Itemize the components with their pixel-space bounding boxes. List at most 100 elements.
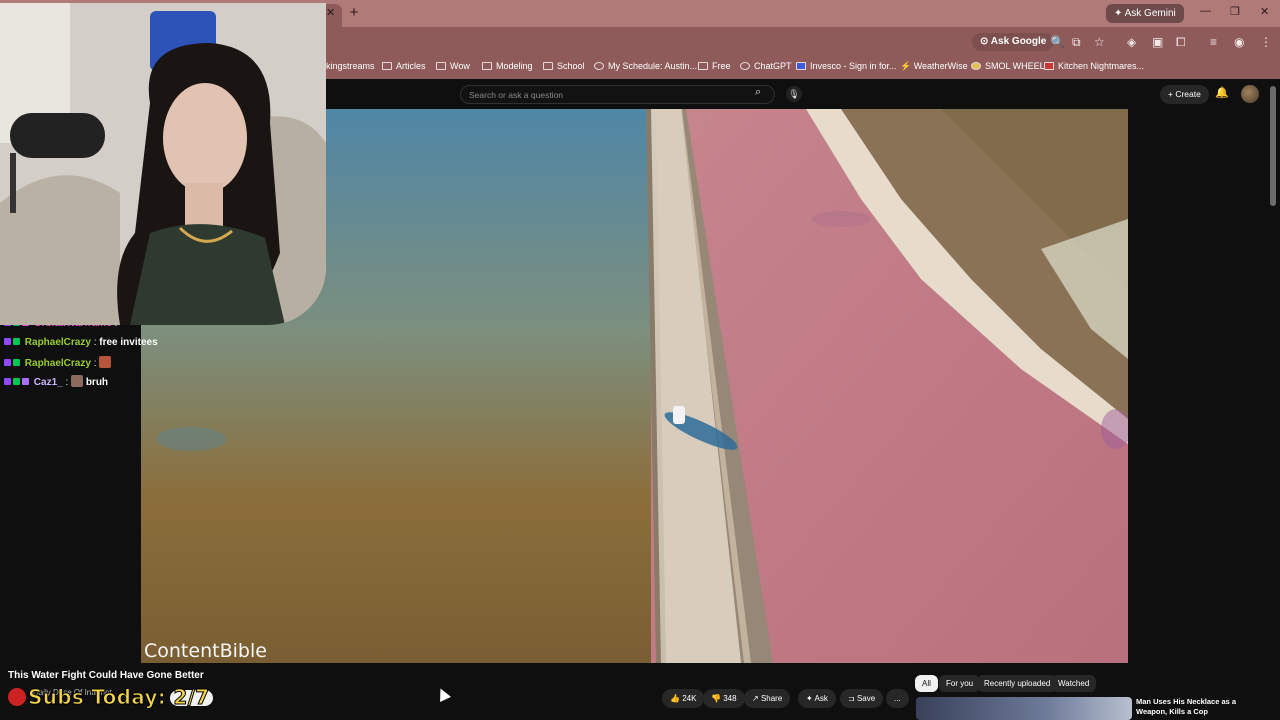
dislike-button[interactable]: 👎 348: [703, 689, 745, 708]
chip-for-you[interactable]: For you: [939, 675, 981, 692]
lightning-icon: ⚡: [900, 61, 914, 71]
bookmark-folder[interactable]: School: [543, 61, 585, 71]
new-tab-button[interactable]: +: [345, 4, 363, 22]
invesco-icon: [796, 62, 806, 70]
search-input[interactable]: Search or ask a question: [460, 85, 775, 104]
bookmark-item[interactable]: ⚡ WeatherWise: [900, 61, 968, 72]
ask-google-button[interactable]: ⊙ Ask Google: [972, 33, 1055, 51]
extension-icon-2[interactable]: ▣: [1152, 35, 1163, 49]
bookmark-label: Invesco - Sign in for...: [810, 61, 897, 71]
zoom-icon[interactable]: 🔍: [1050, 35, 1065, 49]
kitchen-icon: [1044, 62, 1054, 70]
more-actions-button[interactable]: ...: [886, 689, 909, 708]
chatgpt-icon: [740, 62, 750, 70]
webcam-frame: [0, 3, 326, 325]
bookmark-label: ChatGPT: [754, 61, 792, 71]
save-label: Save: [856, 694, 876, 703]
account-avatar[interactable]: [1241, 85, 1259, 103]
bookmark-label: Articles: [396, 61, 426, 71]
chip-recently-uploaded[interactable]: Recently uploaded: [977, 675, 1058, 692]
bookmark-item[interactable]: kingstreams: [326, 61, 375, 71]
bookmark-label: WeatherWise: [913, 61, 968, 71]
reading-list-icon[interactable]: ≡: [1210, 35, 1217, 49]
video-title: This Water Fight Could Have Gone Better: [8, 670, 204, 681]
chat-username: Caz1_: [33, 377, 63, 388]
chip-all[interactable]: All: [915, 675, 938, 692]
chat-message: RaphaelCrazy :: [4, 356, 112, 369]
bookmark-label: kingstreams: [326, 61, 375, 71]
bookmark-folder[interactable]: Wow: [436, 61, 470, 71]
dislike-count: 348: [723, 694, 737, 703]
search-icon[interactable]: ⌕: [755, 86, 761, 99]
extensions-puzzle-icon[interactable]: ⧠: [1176, 35, 1186, 50]
bookmark-item[interactable]: SMOL WHEEL: [971, 61, 1045, 71]
folder-icon: [543, 62, 553, 70]
bookmark-item[interactable]: Invesco - Sign in for...: [796, 61, 897, 71]
video-watermark: ContentBible: [144, 640, 267, 662]
chat-message: Caz1_ : bruh: [4, 375, 108, 388]
close-window-icon[interactable]: ✕: [1260, 5, 1269, 18]
bookmark-folder[interactable]: Free: [698, 61, 731, 71]
folder-icon: [698, 62, 708, 70]
thumbs-down-icon: 👎: [711, 694, 724, 703]
tab-close-icon[interactable]: ✕: [326, 6, 335, 19]
bookmark-label: School: [557, 61, 585, 71]
badge-icon: [13, 378, 20, 385]
badge-icon: [4, 359, 11, 366]
share-label: Share: [760, 694, 783, 703]
folder-icon: [436, 62, 446, 70]
page-scrollbar[interactable]: [1270, 86, 1276, 206]
bookmark-item[interactable]: ChatGPT: [740, 61, 792, 71]
emote-icon: [99, 356, 112, 368]
menu-icon[interactable]: ⋮: [1260, 35, 1272, 49]
emote-icon: [71, 375, 84, 387]
create-label: Create: [1175, 89, 1201, 99]
recommended-video-thumbnail[interactable]: [916, 697, 1132, 720]
bookmark-folder[interactable]: Modeling: [482, 61, 533, 71]
ask-google-label: Ask Google: [990, 36, 1047, 47]
chat-message: RaphaelCrazy : free invitees: [4, 337, 158, 348]
gemini-icon: ✦: [1114, 8, 1125, 19]
recommended-video-title[interactable]: Man Uses His Necklace as a Weapon, Kills…: [1136, 697, 1266, 717]
badge-icon: [13, 359, 20, 366]
folder-icon: [382, 62, 392, 70]
badge-icon: [4, 338, 11, 345]
notifications-bell-icon[interactable]: 🔔: [1215, 86, 1229, 99]
bookmark-label: Wow: [450, 61, 470, 71]
bookmark-star-icon[interactable]: ☆: [1094, 35, 1105, 49]
chat-text: bruh: [85, 377, 109, 388]
bookmark-label: SMOL WHEEL: [985, 61, 1045, 71]
like-button[interactable]: 👍 24K: [662, 689, 705, 708]
schedule-icon: [594, 62, 604, 70]
chat-separator: :: [65, 377, 69, 388]
extension-icon[interactable]: ◈: [1127, 35, 1136, 49]
bookmark-item[interactable]: My Schedule: Austin...: [594, 61, 697, 71]
player-side-gutter: [1128, 109, 1268, 663]
chat-separator: :: [93, 358, 97, 369]
wheel-icon: [971, 62, 981, 70]
bookmark-folder[interactable]: Articles: [382, 61, 426, 71]
channel-avatar[interactable]: [8, 688, 26, 706]
google-lens-icon: ⊙: [980, 36, 991, 47]
chat-username: RaphaelCrazy: [24, 358, 91, 369]
subs-today-overlay: Subs Today: 2/7: [27, 685, 210, 710]
ask-button[interactable]: ✦ Ask: [798, 689, 836, 708]
profile-icon[interactable]: ◉: [1234, 35, 1244, 49]
share-button[interactable]: ↗ Share: [744, 689, 791, 708]
create-button[interactable]: + Create: [1160, 85, 1209, 104]
bookmark-label: Kitchen Nightmares...: [1058, 61, 1145, 71]
minimize-icon[interactable]: —: [1200, 5, 1211, 17]
thumbs-up-icon: 👍: [670, 694, 683, 703]
chat-username: RaphaelCrazy: [24, 337, 91, 348]
streamer-webcam: [0, 3, 326, 325]
ask-gemini-button[interactable]: ✦ Ask Gemini: [1106, 4, 1184, 23]
save-button[interactable]: ⊐ Save: [840, 689, 884, 708]
install-app-icon[interactable]: ⧉: [1072, 35, 1081, 50]
folder-icon: [482, 62, 492, 70]
badge-icon: [4, 378, 11, 385]
microphone-icon[interactable]: 🎙: [786, 86, 802, 102]
chip-watched[interactable]: Watched: [1051, 675, 1097, 692]
restore-icon[interactable]: ❐: [1230, 5, 1240, 18]
bookmark-item[interactable]: Kitchen Nightmares...: [1044, 61, 1144, 71]
like-count: 24K: [682, 694, 697, 703]
